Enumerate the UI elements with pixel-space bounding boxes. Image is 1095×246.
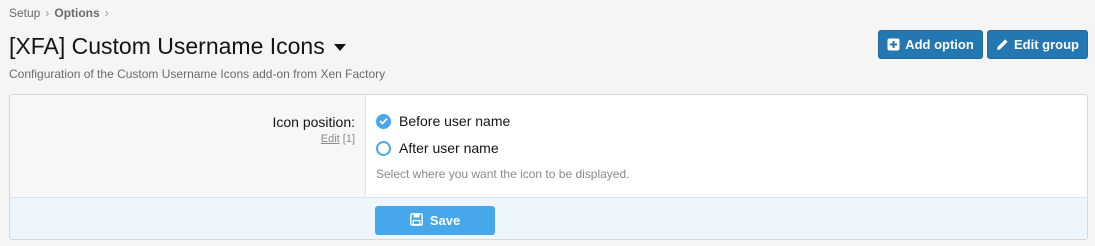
- add-option-button[interactable]: Add option: [878, 30, 983, 59]
- radio-unchecked-icon[interactable]: [376, 140, 391, 156]
- radio-after-user-name[interactable]: After user name: [376, 140, 499, 156]
- breadcrumb: Setup › Options ›: [9, 6, 109, 20]
- edit-group-label: Edit group: [1014, 37, 1079, 52]
- chevron-right-icon: ›: [45, 6, 50, 20]
- title-row: [XFA] Custom Username Icons: [9, 32, 346, 60]
- option-label-column: Icon position: Edit [1]: [10, 95, 366, 197]
- edit-group-button[interactable]: Edit group: [987, 30, 1088, 59]
- option-display-order: [1]: [342, 133, 355, 145]
- chevron-right-icon: ›: [104, 6, 109, 20]
- page-title: [XFA] Custom Username Icons: [9, 33, 325, 59]
- add-option-label: Add option: [905, 37, 974, 52]
- save-label: Save: [429, 213, 461, 228]
- option-hint: Select where you want the icon to be dis…: [376, 167, 630, 181]
- radio-before-user-name[interactable]: Before user name: [376, 113, 510, 129]
- option-meta: Edit [1]: [321, 133, 355, 145]
- form-footer: Save: [10, 197, 1087, 239]
- radio-label: After user name: [399, 140, 499, 156]
- options-form: Icon position: Edit [1] Before user name…: [9, 94, 1088, 240]
- pencil-icon: [996, 38, 1009, 51]
- breadcrumb-options[interactable]: Options: [54, 6, 99, 20]
- radio-checked-icon[interactable]: [376, 113, 391, 129]
- caret-down-icon[interactable]: [333, 43, 346, 51]
- option-edit-link[interactable]: Edit: [321, 133, 340, 145]
- save-icon: [409, 212, 423, 229]
- save-button[interactable]: Save: [375, 206, 495, 235]
- page-description: Configuration of the Custom Username Ico…: [9, 67, 386, 81]
- radio-label: Before user name: [399, 113, 511, 129]
- plus-square-icon: [887, 38, 900, 51]
- breadcrumb-setup[interactable]: Setup: [9, 6, 40, 20]
- option-label: Icon position:: [272, 114, 356, 130]
